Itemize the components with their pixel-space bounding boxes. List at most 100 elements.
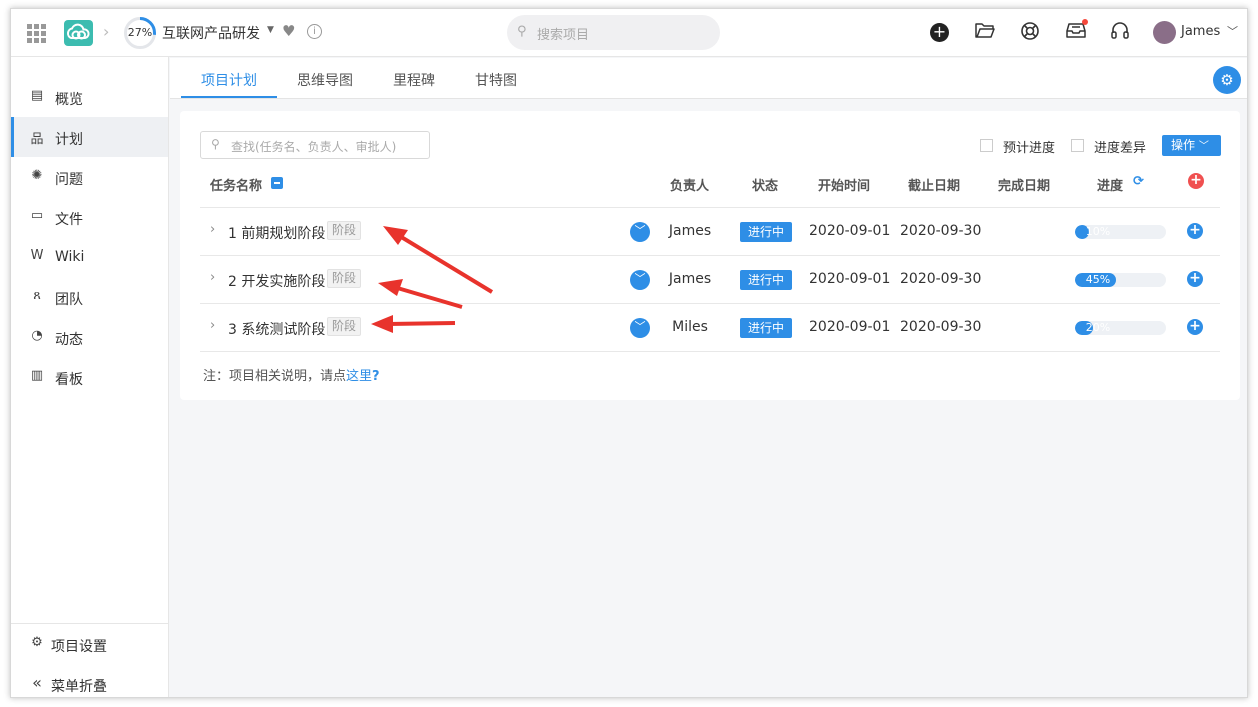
sidebar-item-board[interactable]: ▥ 看板 (11, 357, 168, 397)
search-input[interactable]: ⚲ 搜索项目 (507, 15, 720, 50)
tab-project-plan[interactable]: 项目计划 (201, 70, 257, 90)
tab-gantt[interactable]: 甘特图 (475, 70, 517, 90)
stage-tag: 阶段 (327, 317, 362, 336)
sidebar-item-label: 动态 (55, 332, 83, 348)
sidebar-item-label: 看板 (55, 372, 83, 388)
sidebar-item-label: 项目设置 (51, 639, 107, 655)
notification-dot (1082, 19, 1088, 25)
board-icon: ▥ (30, 368, 44, 383)
column-header-start: 开始时间 (818, 179, 871, 194)
plan-icon: 品 (30, 132, 44, 147)
sidebar-item-project-settings[interactable]: ⚙ 项目设置 (11, 624, 168, 664)
row-dropdown-icon[interactable]: ﹀ (630, 270, 650, 290)
task-name[interactable]: 2 开发实施阶段 (228, 271, 325, 291)
sidebar-item-label: Wiki (55, 249, 85, 265)
plan-tabs: 项目计划 思维导图 里程碑 甘特图 ⚙ (170, 58, 1247, 99)
task-owner: James (668, 271, 712, 287)
activity-icon: ◔ (31, 328, 43, 343)
tab-mind-map[interactable]: 思维导图 (297, 70, 353, 90)
expand-chevron-icon[interactable]: › (210, 270, 215, 285)
gear-icon: ⚙ (31, 635, 43, 650)
sidebar-item-activity[interactable]: ◔ 动态 (11, 317, 168, 357)
heart-icon[interactable]: ♥ (282, 22, 295, 40)
app-grid-icon[interactable] (27, 24, 46, 43)
note-link[interactable]: 这里 (346, 369, 372, 384)
sidebar-item-team[interactable]: ጸ 团队 (11, 277, 168, 317)
search-icon: ⚲ (211, 137, 220, 151)
expand-chevron-icon[interactable]: › (210, 222, 215, 237)
sidebar-item-label: 问题 (55, 172, 83, 188)
progress-bar: 20% (1075, 321, 1166, 335)
operate-label: 操作 (1171, 138, 1196, 152)
user-avatar[interactable] (1153, 21, 1176, 44)
collapse-all-icon[interactable] (271, 177, 283, 189)
sidebar-item-label: 计划 (55, 132, 83, 148)
due-date: 2020-09-30 (900, 271, 982, 287)
help-lifebuoy-icon[interactable] (1019, 21, 1041, 43)
breadcrumb-chevron-icon: › (103, 22, 110, 41)
sidebar-item-bug[interactable]: ✺ 问题 (11, 157, 168, 197)
cloud-logo-icon[interactable] (64, 20, 93, 46)
planned-progress-label: 预计进度 (1003, 141, 1056, 156)
planned-progress-checkbox[interactable] (980, 139, 993, 152)
task-search-input[interactable]: ⚲ 查找(任务名、负责人、审批人) (200, 131, 430, 159)
sidebar: ▤ 概览品计划 ✺ 问题 ▭ 文件 W Wiki ጸ 团队 ◔ 动态 ▥ 看板 ⚙ 项目设置 « 菜单折叠 (11, 57, 169, 697)
operate-dropdown-button[interactable]: 操作 ﹀ (1162, 135, 1221, 156)
column-header-status: 状态 (752, 179, 779, 194)
sidebar-item-label: 菜单折叠 (51, 679, 107, 695)
progress-diff-checkbox[interactable] (1071, 139, 1084, 152)
stage-tag: 阶段 (327, 269, 362, 288)
add-subtask-icon[interactable]: + (1187, 271, 1203, 287)
progress-label: 20% (1085, 321, 1111, 334)
info-icon[interactable]: i (307, 24, 322, 39)
row-dropdown-icon[interactable]: ﹀ (630, 318, 650, 338)
wiki-icon: W (30, 248, 44, 263)
progress-diff-label: 进度差异 (1094, 141, 1147, 156)
sidebar-item-wiki[interactable]: W Wiki (11, 237, 168, 277)
user-name[interactable]: James (1181, 24, 1220, 39)
due-date: 2020-09-30 (900, 319, 982, 335)
project-name[interactable]: 互联网产品研发 (162, 23, 260, 43)
stage-tag: 阶段 (327, 221, 362, 240)
team-icon: ጸ (33, 288, 41, 303)
help-question-icon[interactable]: ? (372, 369, 380, 384)
open-folder-icon[interactable] (974, 21, 996, 43)
progress-label: 10% (1085, 225, 1111, 238)
progress-bar: 10% (1075, 225, 1166, 239)
column-header-progress: 进度 (1097, 179, 1124, 194)
task-name[interactable]: 3 系统测试阶段 (228, 319, 325, 339)
start-date: 2020-09-01 (809, 271, 891, 287)
row-dropdown-icon[interactable]: ﹀ (630, 222, 650, 242)
create-plus-icon[interactable]: + (930, 23, 949, 42)
start-date: 2020-09-01 (809, 319, 891, 335)
sidebar-item-overview[interactable]: ▤ 概览 (11, 77, 168, 117)
refresh-icon[interactable]: ⟳ (1133, 174, 1144, 189)
sidebar-item-folder[interactable]: ▭ 文件 (11, 197, 168, 237)
app-window: › 27% 互联网产品研发 ▼ ♥ i ⚲ 搜索项目 + James ﹀ ▤ 概… (10, 8, 1248, 698)
caret-down-icon[interactable]: ▼ (267, 25, 274, 35)
sidebar-item-plan[interactable]: 品计划 (11, 117, 168, 157)
chevron-down-icon[interactable]: ﹀ (1227, 23, 1238, 39)
task-owner: James (668, 223, 712, 239)
headset-support-icon[interactable] (1109, 21, 1131, 43)
bug-icon: ✺ (31, 168, 43, 183)
sidebar-item-label: 概览 (55, 92, 83, 108)
search-placeholder: 搜索项目 (537, 28, 590, 43)
table-row[interactable]: › 1 前期规划阶段 阶段 ﹀ James 进行中 2020-09-01 2020-09-30… (200, 207, 1220, 255)
add-subtask-icon[interactable]: + (1187, 319, 1203, 335)
expand-chevron-icon[interactable]: › (210, 318, 215, 333)
add-task-icon[interactable]: + (1188, 173, 1204, 189)
folder-icon: ▭ (30, 208, 44, 223)
tab-milestones[interactable]: 里程碑 (393, 70, 435, 90)
table-row[interactable]: › 2 开发实施阶段 阶段 ﹀ James 进行中 2020-09-01 2020-09-30… (200, 255, 1220, 303)
add-subtask-icon[interactable]: + (1187, 223, 1203, 239)
sidebar-collapse-button[interactable]: « 菜单折叠 (11, 664, 168, 697)
status-badge: 进行中 (740, 270, 792, 290)
active-tab-indicator (181, 96, 277, 98)
due-date: 2020-09-30 (900, 223, 982, 239)
table-row[interactable]: › 3 系统测试阶段 阶段 ﹀ Miles 进行中 2020-09-01 2020-09-30… (200, 303, 1220, 351)
settings-gear-button[interactable]: ⚙ (1213, 66, 1241, 94)
chevron-down-icon: ﹀ (1198, 141, 1209, 152)
task-name[interactable]: 1 前期规划阶段 (228, 223, 325, 243)
note-text: 注：项目相关说明，请点 (203, 369, 347, 384)
